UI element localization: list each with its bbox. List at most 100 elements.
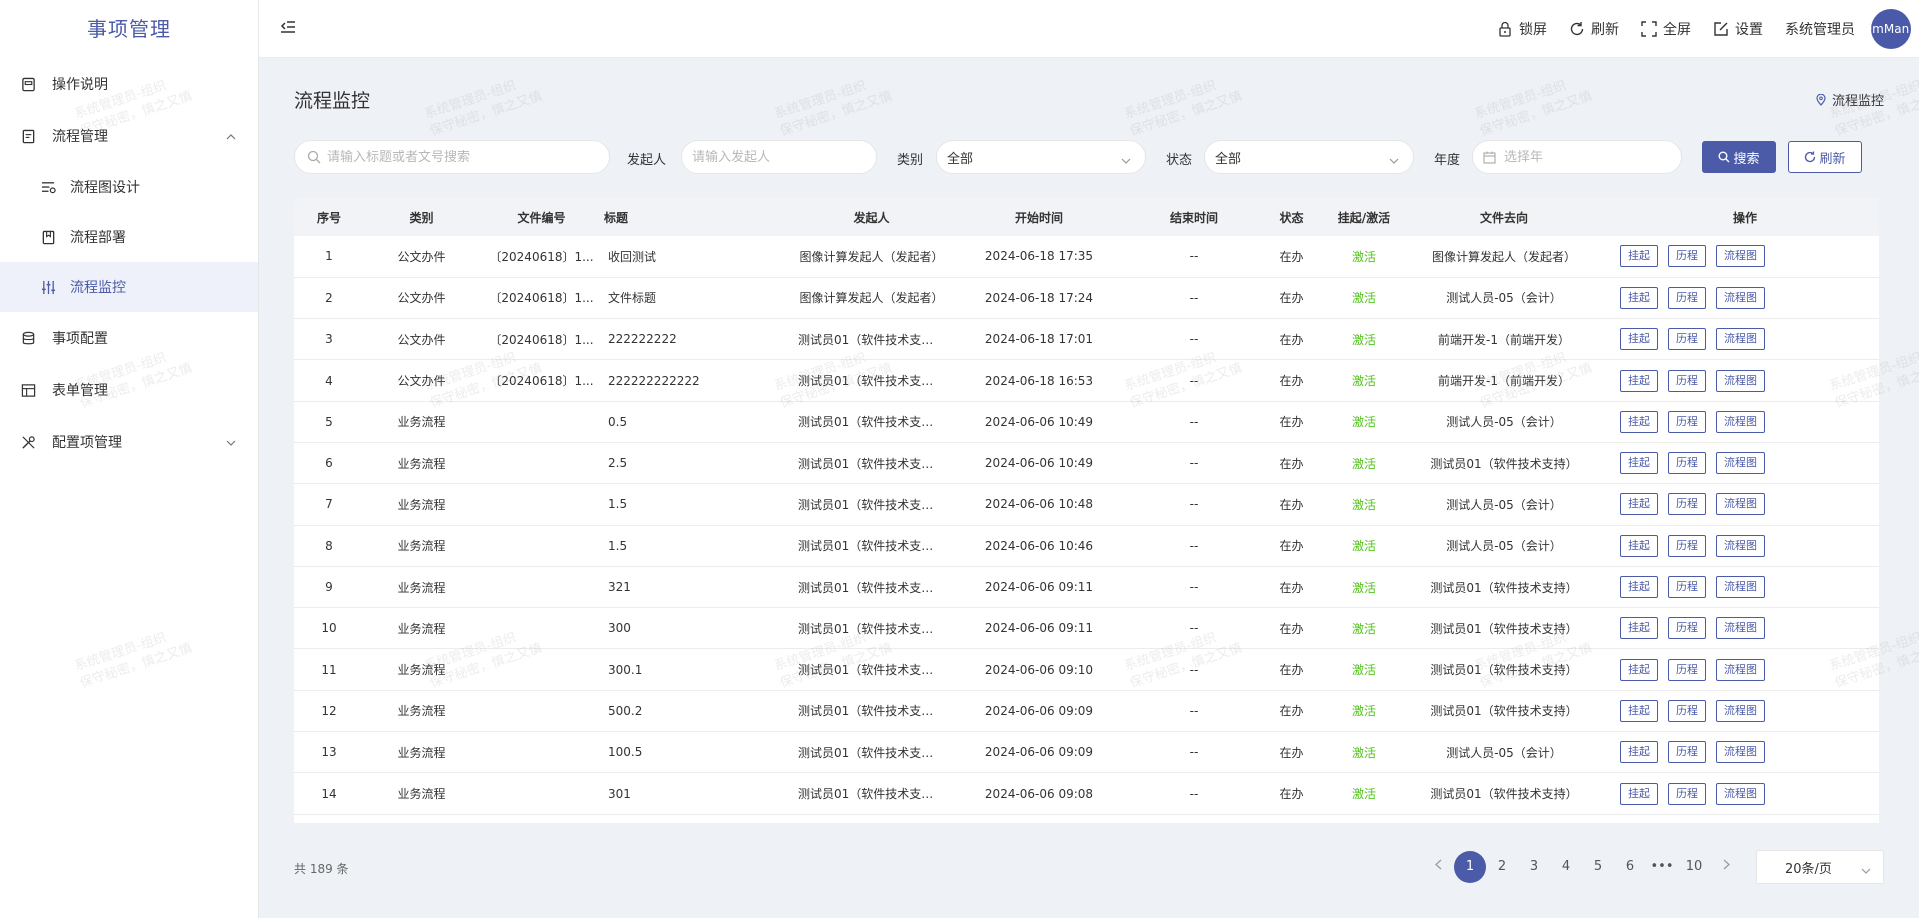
sidebar-item-flow-design[interactable]: 流程图设计 [0, 162, 258, 212]
sidebar-item-item-config[interactable]: 事项配置 [0, 312, 258, 364]
table-cell: 4 [294, 359, 364, 402]
suspend-button[interactable]: 挂起 [1620, 369, 1658, 392]
history-button[interactable]: 历程 [1668, 699, 1706, 722]
table-cell [479, 648, 604, 691]
page-button[interactable]: 1 [1454, 851, 1486, 883]
status-select[interactable]: 全部 [1204, 140, 1414, 174]
flowchart-button[interactable]: 流程图 [1716, 741, 1765, 764]
year-input[interactable] [1504, 149, 1681, 165]
history-button[interactable]: 历程 [1668, 286, 1706, 309]
suspend-button[interactable]: 挂起 [1620, 328, 1658, 351]
suspend-button[interactable]: 挂起 [1620, 741, 1658, 764]
search-icon [1718, 151, 1730, 163]
history-button[interactable]: 历程 [1668, 782, 1706, 805]
history-button[interactable]: 历程 [1668, 328, 1706, 351]
flowchart-button[interactable]: 流程图 [1716, 699, 1765, 722]
table-cell: -- [1129, 566, 1259, 609]
actions-cell: 挂起 历程 流程图 [1604, 277, 1879, 320]
suspend-button[interactable]: 挂起 [1620, 286, 1658, 309]
initiator-input[interactable] [692, 149, 876, 165]
flowchart-button[interactable]: 流程图 [1716, 576, 1765, 599]
suspend-button[interactable]: 挂起 [1620, 245, 1658, 268]
title-search-input[interactable] [327, 149, 609, 165]
refresh-page-button[interactable]: 刷新 [1569, 19, 1619, 39]
suspend-button[interactable]: 挂起 [1620, 534, 1658, 557]
reset-button[interactable]: 刷新 [1788, 141, 1862, 173]
flowchart-button[interactable]: 流程图 [1716, 782, 1765, 805]
suspend-button[interactable]: 挂起 [1620, 452, 1658, 475]
fullscreen-button[interactable]: 全屏 [1641, 19, 1691, 39]
pagination: 1 2 3 4 5 6 ••• 10 20条/页 [1422, 850, 1884, 884]
prev-page-button[interactable] [1422, 851, 1454, 883]
lock-screen-button[interactable]: 锁屏 [1497, 19, 1547, 39]
year-label: 年度 [1434, 153, 1461, 168]
flow-design-icon [40, 179, 56, 195]
deploy-icon [40, 229, 56, 245]
sidebar-item-instructions[interactable]: 操作说明 [0, 58, 258, 110]
page-button[interactable]: 10 [1678, 851, 1710, 883]
collapse-menu-icon[interactable] [279, 18, 297, 40]
sidebar-item-flow-deploy[interactable]: 流程部署 [0, 212, 258, 262]
history-button[interactable]: 历程 [1668, 576, 1706, 599]
suspend-button[interactable]: 挂起 [1620, 576, 1658, 599]
page-button[interactable]: 2 [1486, 851, 1518, 883]
more-pages-button[interactable]: ••• [1646, 851, 1678, 883]
history-button[interactable]: 历程 [1668, 534, 1706, 557]
flowchart-button[interactable]: 流程图 [1716, 328, 1765, 351]
table-cell: 图像计算发起人（发起者） [794, 277, 949, 320]
table-cell: 2024-06-18 16:53 [949, 359, 1129, 402]
suspend-button[interactable]: 挂起 [1620, 782, 1658, 805]
page-button[interactable]: 3 [1518, 851, 1550, 883]
category-select[interactable]: 全部 [936, 140, 1146, 174]
table-cell: -- [1129, 359, 1259, 402]
history-button[interactable]: 历程 [1668, 493, 1706, 516]
page-size-select[interactable]: 20条/页 [1756, 850, 1884, 884]
flowchart-button[interactable]: 流程图 [1716, 617, 1765, 640]
table-cell: 业务流程 [364, 731, 479, 774]
sidebar-item-flow-monitor[interactable]: 流程监控 [0, 262, 258, 312]
history-button[interactable]: 历程 [1668, 658, 1706, 681]
column-header: 结束时间 [1169, 210, 1218, 225]
book-icon [20, 76, 36, 92]
page-button[interactable]: 5 [1582, 851, 1614, 883]
suspend-button[interactable]: 挂起 [1620, 617, 1658, 640]
page-button[interactable]: 4 [1550, 851, 1582, 883]
history-button[interactable]: 历程 [1668, 245, 1706, 268]
history-button[interactable]: 历程 [1668, 369, 1706, 392]
table-cell: 3 [294, 318, 364, 361]
flowchart-button[interactable]: 流程图 [1716, 286, 1765, 309]
sidebar-item-form-management[interactable]: 表单管理 [0, 364, 258, 416]
table-cell: -- [1129, 525, 1259, 567]
suspend-button[interactable]: 挂起 [1620, 699, 1658, 722]
flowchart-button[interactable]: 流程图 [1716, 245, 1765, 268]
total-count: 共 189 条 [294, 862, 349, 876]
flowchart-button[interactable]: 流程图 [1716, 452, 1765, 475]
history-button[interactable]: 历程 [1668, 410, 1706, 433]
table-cell: 1.5 [604, 525, 794, 567]
suspend-button[interactable]: 挂起 [1620, 493, 1658, 516]
suspend-button[interactable]: 挂起 [1620, 658, 1658, 681]
suspend-button[interactable]: 挂起 [1620, 410, 1658, 433]
user-name[interactable]: 系统管理员 [1785, 19, 1855, 39]
table-cell: 2024-06-06 10:49 [949, 442, 1129, 485]
flowchart-button[interactable]: 流程图 [1716, 658, 1765, 681]
next-page-button[interactable] [1710, 851, 1742, 883]
search-button[interactable]: 搜索 [1702, 141, 1776, 173]
table-cell: 前端开发-1（前端开发） [1404, 359, 1604, 402]
table-cell: 测试人员-05（会计） [1404, 401, 1604, 443]
page-button[interactable]: 6 [1614, 851, 1646, 883]
flowchart-button[interactable]: 流程图 [1716, 410, 1765, 433]
history-button[interactable]: 历程 [1668, 617, 1706, 640]
table-cell: 测试人员-05（会计） [1404, 525, 1604, 567]
flowchart-button[interactable]: 流程图 [1716, 534, 1765, 557]
history-button[interactable]: 历程 [1668, 452, 1706, 475]
sidebar-item-config-management[interactable]: 配置项管理 [0, 416, 258, 468]
flowchart-button[interactable]: 流程图 [1716, 369, 1765, 392]
flowchart-button[interactable]: 流程图 [1716, 493, 1765, 516]
sidebar-item-process-management[interactable]: 流程管理 [0, 110, 258, 162]
column-header: 序号 [316, 210, 341, 225]
history-button[interactable]: 历程 [1668, 741, 1706, 764]
sidebar-item-label: 表单管理 [52, 383, 108, 399]
avatar[interactable]: emMan [1871, 9, 1911, 49]
settings-button[interactable]: 设置 [1713, 19, 1763, 39]
